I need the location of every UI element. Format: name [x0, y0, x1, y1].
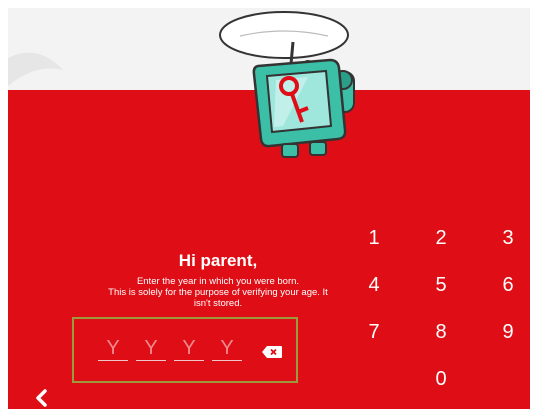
keypad-key-5[interactable]: 5 [421, 270, 461, 300]
instruction-line: This is solely for the purpose of verify… [108, 287, 328, 298]
chevron-left-icon[interactable] [35, 389, 49, 407]
greeting-heading: Hi parent, [178, 251, 258, 270]
year-digit-slot: Y [212, 336, 242, 361]
keypad-key-2[interactable]: 2 [421, 223, 461, 253]
instruction-line: isn't stored. [193, 298, 243, 309]
year-digit-slot: Y [174, 336, 204, 361]
tv-robot-mascot-icon [8, 11, 355, 158]
year-digit-slot: Y [98, 336, 128, 361]
keypad-key-7[interactable]: 7 [354, 317, 394, 347]
backspace-icon[interactable] [261, 345, 283, 359]
keypad-key-4[interactable]: 4 [354, 270, 394, 300]
parent-gate-screen: Hi parent, Enter the year in which you w… [8, 8, 530, 409]
keypad-key-1[interactable]: 1 [354, 223, 394, 253]
instruction-line: Enter the year in which you were born. [136, 276, 300, 287]
keypad-key-6[interactable]: 6 [488, 270, 528, 300]
keypad-key-0[interactable]: 0 [421, 364, 461, 394]
keypad-key-3[interactable]: 3 [488, 223, 528, 253]
keypad-key-9[interactable]: 9 [488, 317, 528, 347]
year-digit-slot: Y [136, 336, 166, 361]
year-input[interactable]: Y Y Y Y [72, 317, 298, 383]
keypad-key-8[interactable]: 8 [421, 317, 461, 347]
